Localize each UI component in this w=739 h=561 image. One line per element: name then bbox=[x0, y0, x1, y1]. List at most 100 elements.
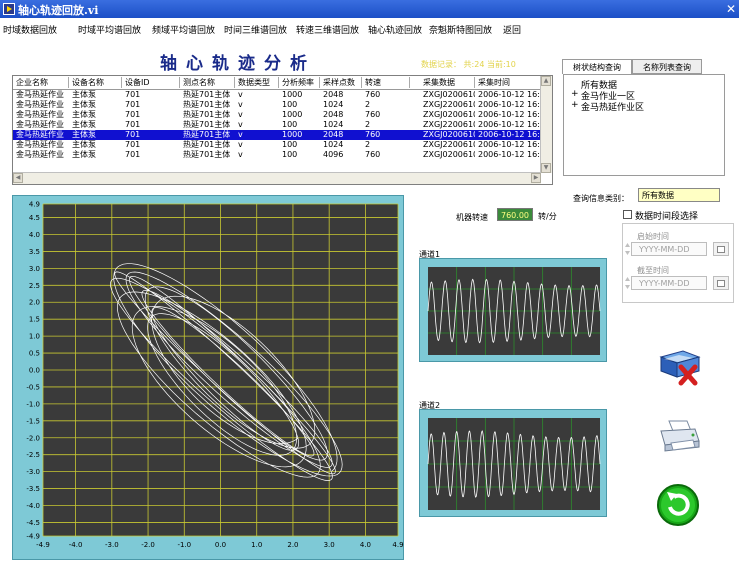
scroll-up-icon[interactable]: ▲ bbox=[541, 76, 551, 86]
delete-book-icon[interactable] bbox=[655, 347, 705, 387]
table-cell: 2048 bbox=[323, 110, 344, 119]
start-spinner[interactable] bbox=[625, 242, 630, 256]
table-cell: 2 bbox=[365, 100, 371, 109]
table-row[interactable]: 金马热延作业 主体泵 701 热延701主体 v 100 1024 2 ZXGJ2200610I… bbox=[13, 140, 541, 150]
table-cell: 金马热延作业 bbox=[16, 120, 64, 129]
y-tick-label: -4.0 bbox=[26, 502, 40, 510]
tab-tree-query[interactable]: 树状结构查询 bbox=[562, 59, 632, 74]
table-cell: 2006-10-12 16:06 bbox=[478, 150, 541, 159]
tree-expand-icon[interactable]: + bbox=[571, 89, 579, 99]
column-header[interactable]: 设备名称 bbox=[69, 77, 122, 88]
menu-nyquist-playback[interactable]: 奈魁斯特图回放 bbox=[429, 23, 492, 36]
column-header[interactable]: 数据类型 bbox=[235, 77, 279, 88]
table-cell: v bbox=[238, 150, 243, 159]
start-time-field[interactable]: YYYY-MM-DD bbox=[631, 242, 707, 256]
tree-item[interactable]: 金马热延作业区 bbox=[581, 100, 644, 113]
query-category-label: 查询信息类别： bbox=[573, 194, 629, 203]
table-cell: ZXGJ0200610I bbox=[423, 150, 475, 159]
menu-time-domain-playback[interactable]: 时域数据回放 bbox=[3, 23, 57, 36]
table-cell: 金马热延作业 bbox=[16, 110, 64, 119]
column-header[interactable]: 采集时间 bbox=[475, 77, 541, 88]
data-tree[interactable]: 所有数据 + 金马作业一区 + 金马热延作业区 bbox=[563, 74, 725, 176]
table-cell: v bbox=[238, 100, 243, 109]
menu-freq-average-spectrum[interactable]: 频域平均谱回放 bbox=[152, 23, 215, 36]
table-cell: 主体泵 bbox=[72, 110, 96, 119]
orbit-chart-svg: -4.9 -4.0 -3.0 -2.0 -1.0 0.0 1.0 2.0 3.0 4.0 4.9 4.… bbox=[26, 201, 403, 550]
column-header[interactable]: 转速 bbox=[362, 77, 410, 88]
table-row[interactable]: 金马热延作业 主体泵 701 热延701主体 v 100 1024 2 ZXGJ2200610I… bbox=[13, 100, 541, 110]
table-cell: 4096 bbox=[323, 150, 344, 159]
table-row[interactable]: 金马热延作业 主体泵 701 热延701主体 v 1000 2048 760 ZXGJ02006… bbox=[13, 130, 541, 140]
x-tick-label: 0.0 bbox=[215, 541, 226, 549]
scroll-right-icon[interactable]: ▶ bbox=[531, 173, 541, 183]
table-cell: ZXGJ0200610I bbox=[423, 90, 475, 99]
x-tick-label: 4.0 bbox=[360, 541, 371, 549]
table-cell: 热延701主体 bbox=[183, 110, 231, 119]
menu-speed-3d-spectrum[interactable]: 转速三维谱回放 bbox=[296, 23, 359, 36]
table-cell: 100 bbox=[282, 150, 298, 159]
table-horizontal-scrollbar[interactable]: ◀ ▶ bbox=[13, 172, 541, 184]
column-header[interactable]: 采样点数 bbox=[320, 77, 362, 88]
end-calendar-icon[interactable] bbox=[713, 276, 729, 290]
channel-2-waveform bbox=[427, 418, 601, 510]
data-table[interactable]: 企业名称 设备名称 设备ID 测点名称 数据类型 分析频率 采样点数 转速 采集… bbox=[12, 75, 553, 185]
y-tick-label: -3.0 bbox=[26, 468, 40, 476]
query-category-field[interactable]: 所有数据 bbox=[638, 188, 720, 202]
date-range-checkbox-label: 数据时间段选择 bbox=[635, 212, 699, 222]
table-cell: 主体泵 bbox=[72, 140, 96, 149]
table-cell: 2 bbox=[365, 140, 371, 149]
y-tick-label: 0.0 bbox=[29, 367, 40, 375]
x-tick-label: -2.0 bbox=[141, 541, 155, 549]
table-row[interactable]: 金马热延作业 主体泵 701 热延701主体 v 100 4096 760 ZXGJ020061… bbox=[13, 150, 541, 160]
y-tick-label: -3.5 bbox=[26, 485, 40, 493]
column-header[interactable]: 分析频率 bbox=[279, 77, 320, 88]
column-header[interactable]: 测点名称 bbox=[180, 77, 235, 88]
y-tick-label: 2.5 bbox=[29, 282, 40, 290]
scroll-down-icon[interactable]: ▼ bbox=[541, 163, 551, 173]
start-calendar-icon[interactable] bbox=[713, 242, 729, 256]
menu-orbit-playback[interactable]: 轴心轨迹回放 bbox=[368, 23, 422, 36]
refresh-icon[interactable] bbox=[655, 482, 701, 528]
end-spinner[interactable] bbox=[625, 276, 630, 290]
title-bar: 轴心轨迹回放.vi ✕ bbox=[0, 0, 739, 18]
table-row[interactable]: 金马热延作业 主体泵 701 热延701主体 v 100 1024 2 ZXGJ2200610I… bbox=[13, 120, 541, 130]
table-cell: 热延701主体 bbox=[183, 90, 231, 99]
table-row[interactable]: 金马热延作业 主体泵 701 热延701主体 v 1000 2048 760 ZXGJ02006… bbox=[13, 110, 541, 120]
column-header[interactable]: 采集数据 bbox=[420, 77, 475, 88]
record-counter: 数据记录： 共:24 当前:10 bbox=[421, 60, 516, 69]
table-cell: 金马热延作业 bbox=[16, 100, 64, 109]
x-tick-label: -3.0 bbox=[105, 541, 119, 549]
print-icon[interactable] bbox=[657, 417, 703, 455]
menu-bar: 时域数据回放 时域平均谱回放 频域平均谱回放 时间三维谱回放 转速三维谱回放 轴… bbox=[0, 18, 739, 40]
menu-time-3d-spectrum[interactable]: 时间三维谱回放 bbox=[224, 23, 287, 36]
end-time-field[interactable]: YYYY-MM-DD bbox=[631, 276, 707, 290]
table-cell: 金马热延作业 bbox=[16, 140, 64, 149]
table-cell: 热延701主体 bbox=[183, 140, 231, 149]
date-range-checkbox[interactable] bbox=[623, 210, 632, 219]
table-cell: v bbox=[238, 110, 243, 119]
close-icon[interactable]: ✕ bbox=[726, 2, 736, 16]
y-tick-label: 1.0 bbox=[29, 333, 40, 341]
labview-app-icon bbox=[3, 3, 15, 15]
table-cell: 2006-10-12 16:05 bbox=[478, 100, 541, 109]
y-tick-label: -1.0 bbox=[26, 400, 40, 408]
column-header[interactable]: 设备ID bbox=[122, 77, 180, 88]
table-cell: 热延701主体 bbox=[183, 120, 231, 129]
column-header[interactable]: 企业名称 bbox=[13, 77, 69, 88]
orbit-chart: -4.9 -4.0 -3.0 -2.0 -1.0 0.0 1.0 2.0 3.0 4.0 4.9 4.… bbox=[12, 195, 404, 560]
scroll-left-icon[interactable]: ◀ bbox=[13, 173, 23, 183]
table-vertical-scrollbar[interactable]: ▲ ▼ bbox=[540, 76, 552, 173]
table-cell: 金马热延作业 bbox=[16, 130, 64, 139]
table-row[interactable]: 金马热延作业 主体泵 701 热延701主体 v 1000 2048 760 ZXGJ02006… bbox=[13, 90, 541, 100]
table-cell: 主体泵 bbox=[72, 150, 96, 159]
x-tick-label: -4.0 bbox=[69, 541, 83, 549]
table-cell: 701 bbox=[125, 120, 141, 129]
table-cell: 1000 bbox=[282, 130, 303, 139]
tree-expand-icon[interactable]: + bbox=[571, 100, 579, 110]
tab-name-list-query[interactable]: 名称列表查询 bbox=[632, 59, 702, 74]
x-tick-label: 3.0 bbox=[324, 541, 335, 549]
menu-back[interactable]: 返回 bbox=[503, 23, 521, 36]
menu-time-average-spectrum[interactable]: 时域平均谱回放 bbox=[78, 23, 141, 36]
table-cell: 金马热延作业 bbox=[16, 90, 64, 99]
y-tick-label: 4.5 bbox=[29, 214, 40, 222]
